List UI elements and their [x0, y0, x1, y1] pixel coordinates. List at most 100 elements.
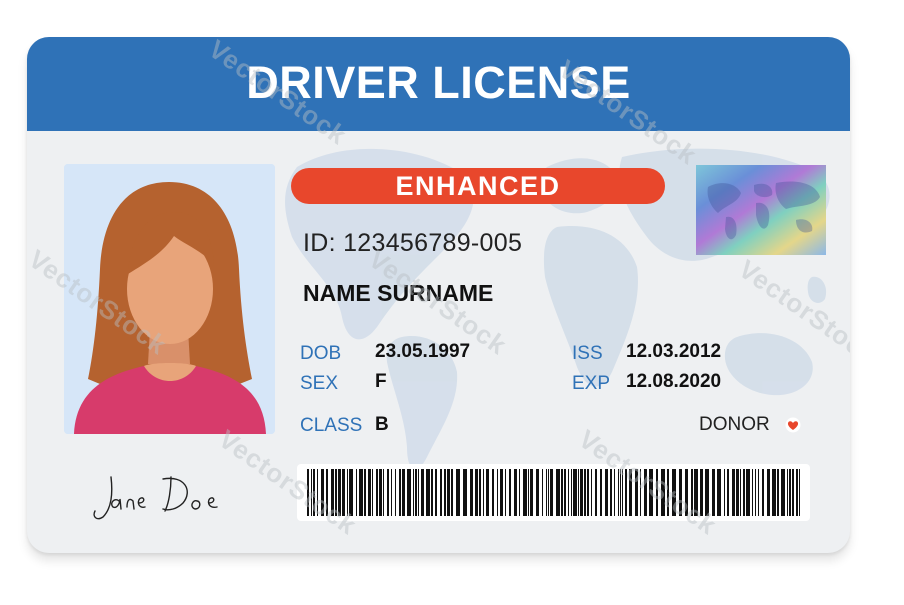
barcode-bar — [620, 469, 621, 516]
barcode-bar — [431, 469, 433, 516]
class-value: B — [375, 414, 389, 435]
barcode-bar — [391, 469, 392, 516]
barcode-bar — [395, 469, 396, 516]
barcode-bar — [578, 469, 579, 516]
barcode-bar — [672, 469, 676, 516]
barcode-bar — [740, 469, 741, 516]
barcode-bar — [451, 469, 453, 516]
barcode-bar — [470, 469, 473, 516]
barcode-bar — [342, 469, 345, 516]
barcode-bar — [694, 469, 698, 516]
barcode-bar — [644, 469, 647, 516]
barcode-bar — [415, 469, 417, 516]
barcode-bar — [755, 469, 756, 516]
barcode-bar — [635, 469, 638, 516]
card-title: DRIVER LICENSE — [246, 57, 631, 108]
barcode-bar — [727, 469, 729, 516]
barcode-bar — [685, 469, 688, 516]
barcode-bar — [418, 469, 419, 516]
barcode-bar — [772, 469, 776, 516]
barcode-bar — [313, 469, 315, 516]
enhanced-badge: ENHANCED — [291, 168, 665, 204]
portrait-photo — [64, 164, 275, 434]
barcode-bar — [743, 469, 745, 516]
barcode-bar — [796, 469, 798, 516]
barcode-bar — [338, 469, 341, 516]
barcode-bar — [789, 469, 791, 516]
barcode-bar — [505, 469, 506, 516]
license-id: ID: 123456789-005 — [303, 229, 523, 257]
barcode-bar — [492, 469, 494, 516]
barcode-bar — [509, 469, 511, 516]
barcode-bar — [799, 469, 800, 516]
class-label: CLASS — [300, 415, 363, 436]
barcode-bar — [591, 469, 592, 516]
barcode-bar — [317, 469, 318, 516]
barcode-bar — [326, 469, 328, 516]
barcode-bar — [587, 469, 589, 516]
barcode-bar — [463, 469, 467, 516]
holder-name: NAME SURNAME — [303, 280, 494, 306]
barcode-bar — [605, 469, 608, 516]
barcode-bar — [528, 469, 529, 516]
barcode-bar — [456, 469, 460, 516]
barcode-bar — [402, 469, 405, 516]
barcode-bar — [556, 469, 560, 516]
heart-icon — [785, 417, 801, 433]
barcode-bar — [610, 469, 612, 516]
barcode-bar — [376, 469, 378, 516]
exp-value: 12.08.2020 — [626, 371, 722, 392]
barcode-bar — [523, 469, 527, 516]
barcode-bar — [321, 469, 324, 516]
barcode-bar — [584, 469, 586, 516]
barcode-bar — [372, 469, 373, 516]
barcode-bar — [536, 469, 539, 516]
barcode-bar — [399, 469, 401, 516]
barcode-bar — [618, 469, 619, 516]
barcode-bar — [758, 469, 759, 516]
barcode-bar — [746, 469, 750, 516]
barcode-bar — [440, 469, 442, 516]
card-header: DRIVER LICENSE — [27, 37, 850, 131]
sex-value: F — [375, 371, 387, 392]
barcode-bar — [777, 469, 779, 516]
barcode-bar — [387, 469, 389, 516]
barcode-bar — [679, 469, 682, 516]
barcode-bar — [561, 469, 563, 516]
sex-label: SEX — [300, 373, 339, 394]
barcode-bar — [600, 469, 602, 516]
barcode-bar — [413, 469, 414, 516]
barcode-bar — [736, 469, 739, 516]
barcode-bar — [486, 469, 489, 516]
barcode-bar — [530, 469, 533, 516]
barcode-bar — [364, 469, 366, 516]
barcode-bar — [767, 469, 770, 516]
barcode-bar — [732, 469, 735, 516]
exp-label: EXP — [572, 373, 611, 394]
barcode-bar — [573, 469, 577, 516]
barcode-bar — [550, 469, 553, 516]
barcode-bar — [614, 469, 615, 516]
barcode-bar — [625, 469, 627, 516]
barcode-bar — [781, 469, 785, 516]
barcode-bar — [712, 469, 715, 516]
barcode-bar — [356, 469, 357, 516]
barcode-bar — [640, 469, 641, 516]
barcode — [297, 464, 810, 521]
barcode-bar — [359, 469, 363, 516]
barcode-bar — [568, 469, 569, 516]
barcode-bar — [483, 469, 484, 516]
barcode-bar — [407, 469, 411, 516]
barcode-bar — [435, 469, 437, 516]
barcode-bar — [519, 469, 520, 516]
barcode-bar — [580, 469, 583, 516]
driver-license-card: DRIVER LICENSE ENHANCED ID: 123456789-00… — [27, 37, 850, 553]
barcode-bar — [311, 469, 312, 516]
hologram — [696, 165, 826, 255]
barcode-bar — [514, 469, 517, 516]
barcode-bar — [752, 469, 753, 516]
barcode-bar — [479, 469, 481, 516]
barcode-bar — [546, 469, 547, 516]
donor-label: DONOR — [699, 414, 770, 435]
barcode-bar — [724, 469, 725, 516]
